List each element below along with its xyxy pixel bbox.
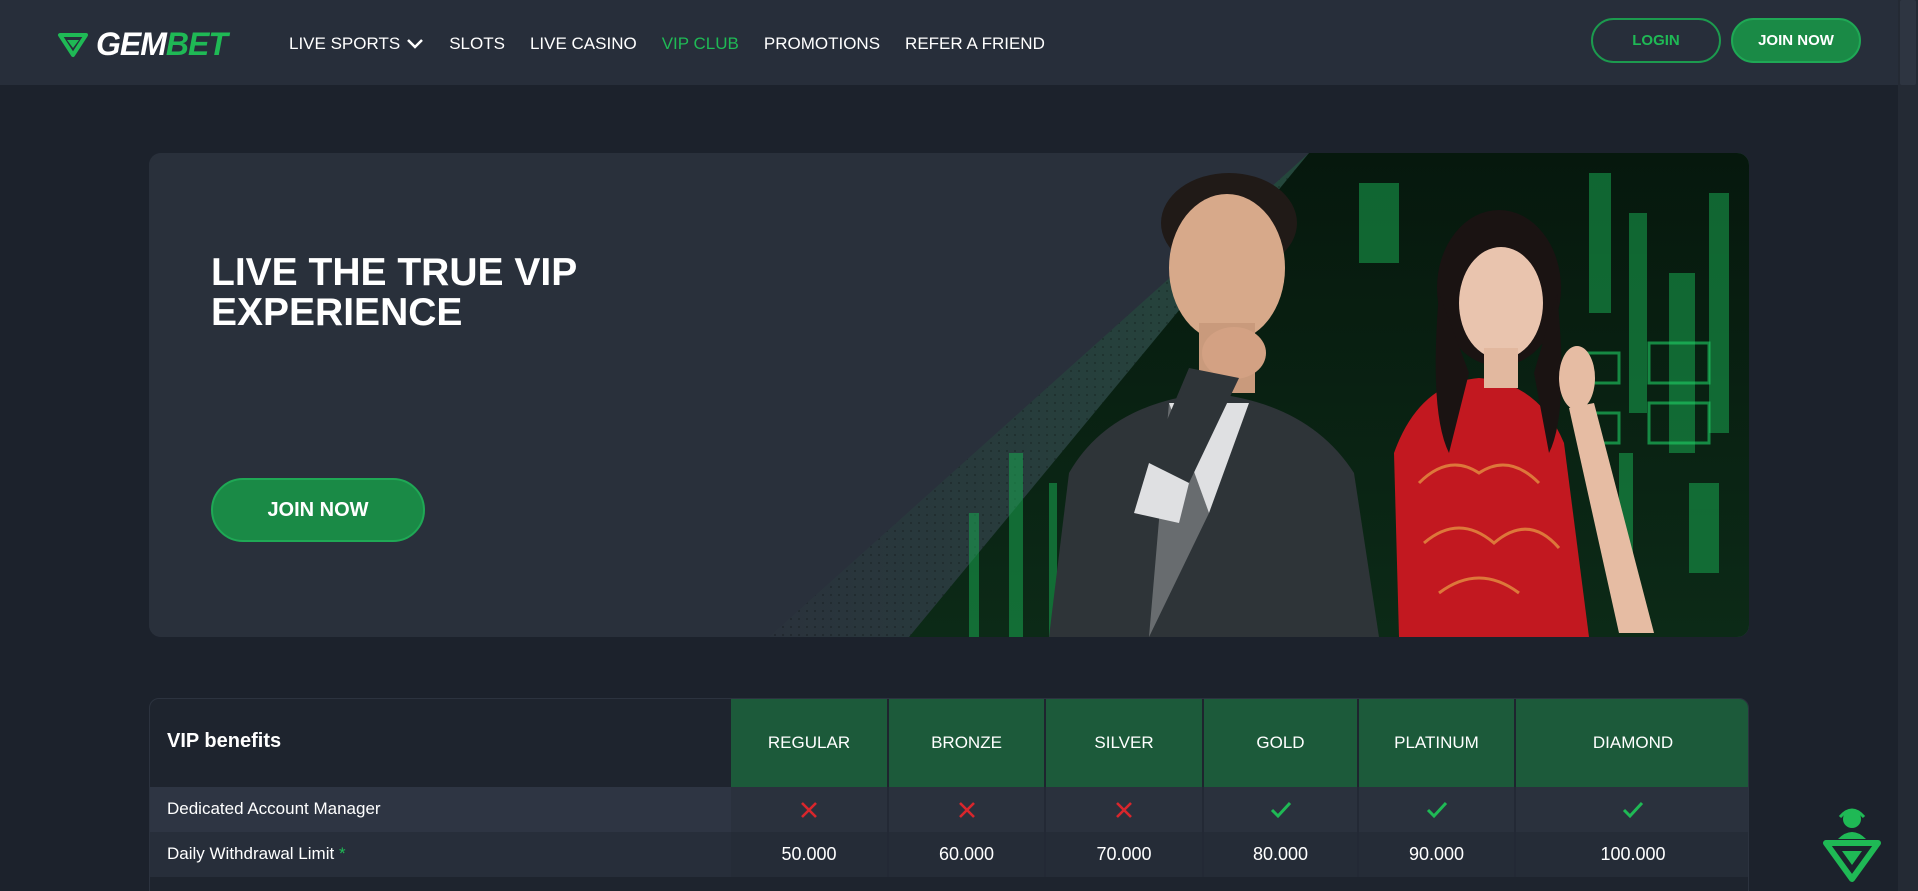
cell-silver: 70.000 <box>1046 832 1204 877</box>
join-now-button[interactable]: JOIN NOW <box>1731 18 1861 63</box>
top-navbar: GEMBET LIVE SPORTS SLOTS LIVE CASINO VIP… <box>0 0 1898 85</box>
page-scrollbar[interactable] <box>1898 0 1918 891</box>
vip-benefits-table: VIP benefits REGULAR BRONZE SILVER GOLD … <box>149 698 1749 891</box>
cell-silver <box>1046 787 1204 832</box>
table-row: Daily Withdrawal Limit * 50.000 60.000 7… <box>150 832 1748 877</box>
tier-platinum: PLATINUM <box>1359 699 1516 787</box>
cell-gold: 80.000 <box>1204 832 1359 877</box>
check-icon <box>1622 801 1644 818</box>
table-header-title: VIP benefits <box>167 730 282 752</box>
cell-diamond <box>1516 787 1748 832</box>
cell-gold <box>1204 787 1359 832</box>
table-row: Dedicated Account Manager <box>150 787 1748 832</box>
tier-regular: REGULAR <box>731 699 889 787</box>
nav-live-sports[interactable]: LIVE SPORTS <box>289 34 424 54</box>
cell-regular: 50.000 <box>731 832 889 877</box>
footnote-marker: * <box>338 844 346 863</box>
table-header-row: VIP benefits REGULAR BRONZE SILVER GOLD … <box>150 699 1748 787</box>
row-label: Dedicated Account Manager <box>167 799 381 818</box>
hero-join-now-button[interactable]: JOIN NOW <box>211 478 425 542</box>
row-label: Daily Withdrawal Limit * <box>167 844 346 863</box>
chevron-down-icon <box>407 39 424 49</box>
cell-regular <box>731 787 889 832</box>
nav-slots[interactable]: SLOTS <box>449 34 505 54</box>
support-agent-icon[interactable] <box>1820 805 1884 883</box>
gem-logo-icon <box>58 32 88 57</box>
gembet-logo[interactable]: GEMBET <box>56 26 228 63</box>
cell-bronze: 60.000 <box>889 832 1046 877</box>
cell-bronze <box>889 787 1046 832</box>
tier-diamond: DIAMOND <box>1516 699 1748 787</box>
nav-vip-club[interactable]: VIP CLUB <box>662 34 739 54</box>
cross-icon <box>801 801 817 818</box>
tier-gold: GOLD <box>1204 699 1359 787</box>
check-icon <box>1426 801 1447 818</box>
scrollbar-thumb[interactable] <box>1900 0 1916 85</box>
cross-icon <box>958 801 975 818</box>
logo-wordmark: GEMBET <box>96 26 228 62</box>
cell-platinum: 90.000 <box>1359 832 1516 877</box>
vip-hero-banner: LIVE THE TRUE VIP EXPERIENCE JOIN NOW <box>149 153 1749 637</box>
vip-hosts-image <box>1049 173 1654 637</box>
cell-diamond: 100.000 <box>1516 832 1748 877</box>
main-nav: LIVE SPORTS SLOTS LIVE CASINO VIP CLUB P… <box>289 34 1070 54</box>
nav-refer-a-friend[interactable]: REFER A FRIEND <box>905 34 1045 54</box>
cross-icon <box>1116 801 1132 818</box>
tier-bronze: BRONZE <box>889 699 1046 787</box>
tier-silver: SILVER <box>1046 699 1204 787</box>
hero-title: LIVE THE TRUE VIP EXPERIENCE <box>211 251 577 334</box>
check-icon <box>1270 801 1291 818</box>
nav-live-casino[interactable]: LIVE CASINO <box>530 34 637 54</box>
cell-platinum <box>1359 787 1516 832</box>
login-button[interactable]: LOGIN <box>1591 18 1721 63</box>
nav-promotions[interactable]: PROMOTIONS <box>764 34 880 54</box>
